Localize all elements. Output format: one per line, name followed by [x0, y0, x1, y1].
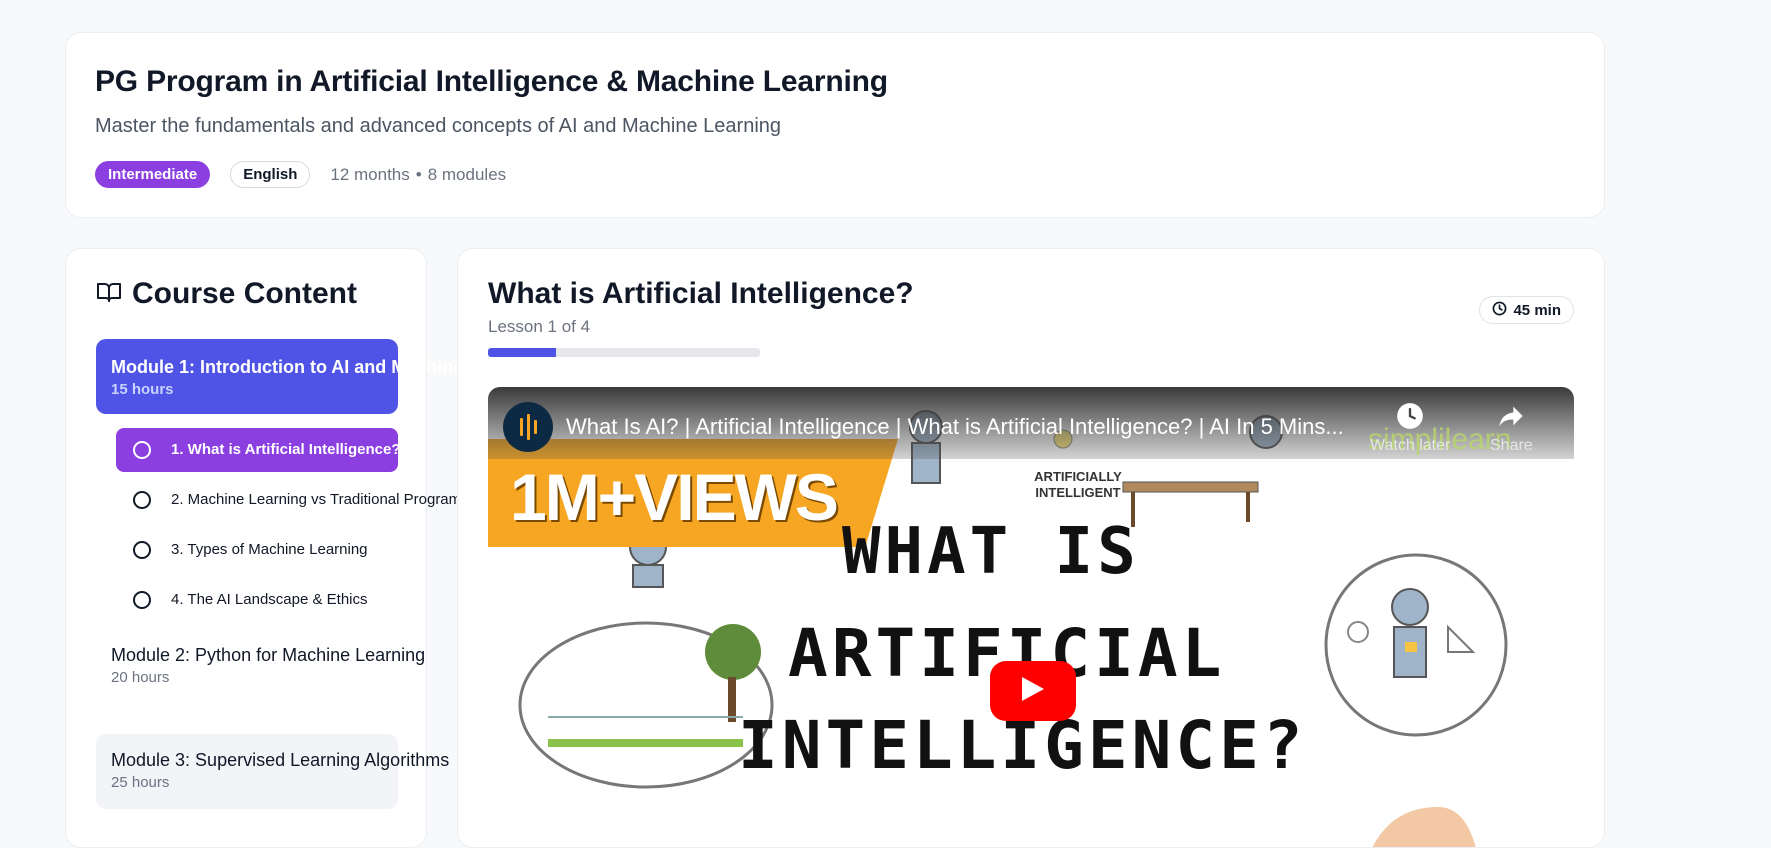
- lesson-status-circle-icon: [133, 591, 151, 609]
- lesson-status-circle-icon: [133, 491, 151, 509]
- thumbnail-label: ARTIFICIALLY INTELLIGENT: [1034, 469, 1122, 500]
- module-hours: 15 hours: [111, 381, 174, 398]
- watch-later-label: Watch later: [1370, 437, 1451, 454]
- lesson-item-3[interactable]: 3. Types of Machine Learning: [116, 528, 398, 572]
- video-title[interactable]: What Is AI? | Artificial Intelligence | …: [566, 414, 1344, 440]
- module-hours: 25 hours: [111, 774, 170, 791]
- sidebar-title: Course Content: [132, 277, 357, 310]
- course-title: PG Program in Artificial Intelligence & …: [95, 65, 888, 98]
- lesson-panel: What is Artificial Intelligence? Lesson …: [457, 248, 1605, 848]
- module-hours: 20 hours: [111, 669, 170, 686]
- play-button[interactable]: [990, 661, 1076, 721]
- play-icon: [1020, 675, 1046, 708]
- course-subtitle: Master the fundamentals and advanced con…: [95, 115, 782, 137]
- module-item-3[interactable]: Module 3: Supervised Learning Algorithms…: [96, 734, 449, 809]
- clock-icon: [1492, 301, 1507, 320]
- lesson-status-circle-icon: [133, 441, 151, 459]
- module-title: Module 3: Supervised Learning Algorithms: [111, 750, 450, 770]
- module-item-2[interactable]: Module 2: Python for Machine Learning 20…: [96, 645, 425, 705]
- course-meta: Intermediate English 12 months • 8 modules: [95, 161, 506, 188]
- watch-later-button[interactable]: Watch later: [1370, 402, 1450, 455]
- course-content-sidebar: Course Content Module 1: Introduction to…: [65, 248, 544, 848]
- module-item-1[interactable]: Module 1: Introduction to AI and Machine…: [96, 339, 544, 414]
- duration-badge: 45 min: [1479, 296, 1574, 324]
- language-badge: English: [230, 161, 311, 188]
- lesson-title: What is Artificial Intelligence?: [488, 277, 914, 310]
- book-open-icon: [96, 280, 122, 309]
- lesson-label: 3. Types of Machine Learning: [171, 541, 368, 558]
- channel-logo[interactable]: [503, 402, 553, 452]
- views-banner-text: 1M+VIEWS: [510, 460, 839, 534]
- share-button[interactable]: Share: [1490, 402, 1533, 455]
- lesson-item-2[interactable]: 2. Machine Learning vs Traditional Progr…: [116, 478, 494, 522]
- share-icon: [1497, 406, 1525, 434]
- share-label: Share: [1490, 437, 1533, 454]
- lesson-label: 1. What is Artificial Intelligence?: [171, 441, 401, 458]
- video-player[interactable]: 1M+VIEWS ARTIFICIALLY INTELLIGENT WHAT I…: [488, 387, 1574, 847]
- module-count: 8 modules: [427, 164, 507, 184]
- level-badge: Intermediate: [95, 161, 211, 188]
- lesson-label: 2. Machine Learning vs Traditional Progr…: [171, 491, 494, 508]
- lesson-item-1[interactable]: 1. What is Artificial Intelligence?: [116, 428, 401, 472]
- clock-icon: [1396, 403, 1424, 434]
- lesson-counter: Lesson 1 of 4: [488, 317, 591, 336]
- duration-text: 45 min: [1513, 301, 1561, 319]
- course-header: PG Program in Artificial Intelligence & …: [65, 32, 1605, 218]
- lesson-item-4[interactable]: 4. The AI Landscape & Ethics: [116, 578, 398, 622]
- lesson-progress-bar: [488, 348, 760, 357]
- lesson-status-circle-icon: [133, 541, 151, 559]
- lesson-label: 4. The AI Landscape & Ethics: [171, 591, 368, 608]
- course-stats: 12 months • 8 modules: [330, 165, 506, 185]
- thumbnail-heading-1: WHAT IS: [842, 515, 1140, 589]
- sidebar-heading: Course Content: [96, 277, 357, 311]
- module-title: Module 2: Python for Machine Learning: [111, 645, 426, 665]
- course-duration: 12 months: [330, 164, 410, 184]
- lesson-progress-fill: [488, 348, 556, 357]
- meta-separator: •: [415, 164, 422, 184]
